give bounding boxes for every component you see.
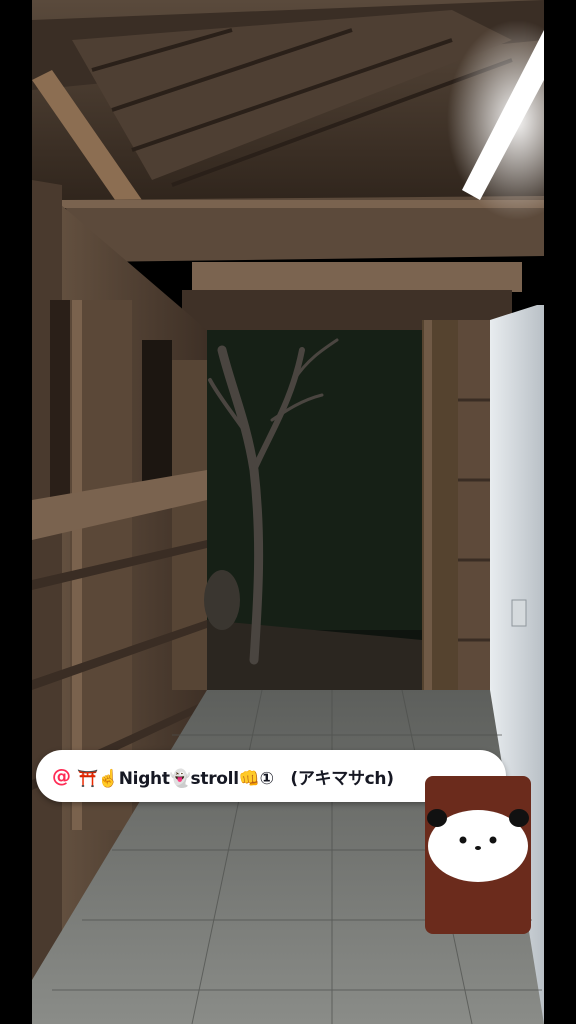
panda-icon bbox=[425, 776, 531, 934]
panda-sticker bbox=[425, 776, 531, 934]
video-player[interactable]: @ ⛩️☝️Night👻stroll👊① (アキマサch) bbox=[0, 0, 576, 1024]
mention-symbol: @ bbox=[52, 765, 71, 787]
description-text: ⛩️☝️Night👻stroll👊① (アキマサch) bbox=[77, 768, 394, 789]
